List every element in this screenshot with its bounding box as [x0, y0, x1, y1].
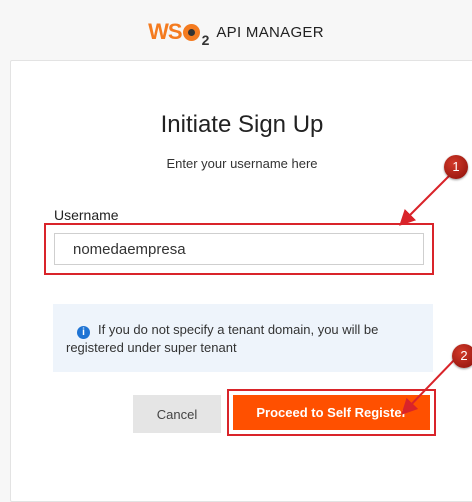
step-marker-1: 1 — [444, 155, 468, 179]
step-marker-2: 2 — [452, 344, 472, 368]
arrow-to-username — [399, 175, 450, 226]
annotation-arrows — [399, 175, 458, 415]
arrow-to-proceed — [401, 356, 458, 415]
